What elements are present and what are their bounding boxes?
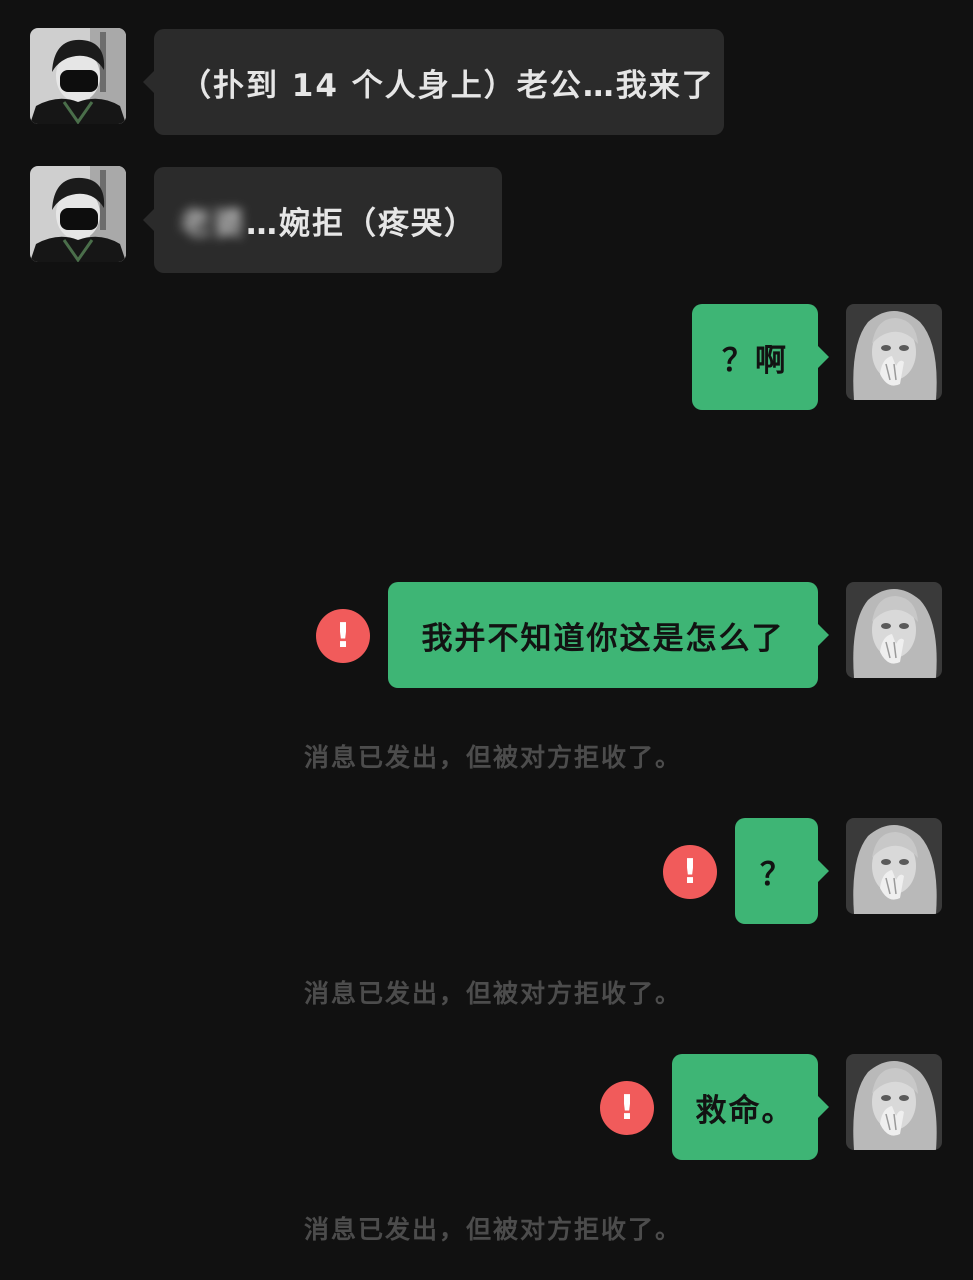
user-avatar[interactable] [846,818,942,914]
outgoing-message-bubble[interactable]: 我并不知道你这是怎么了 [388,582,829,688]
message-text: （扑到 14 个人身上）老公…我来了 [180,67,715,104]
incoming-message-bubble[interactable]: 老婆 …婉拒（疼哭） [143,167,502,273]
blonde-girl-avatar-icon [846,582,942,678]
contact-avatar[interactable] [30,28,126,124]
rejected-notice: 消息已发出，但被对方拒收了。 [304,1215,683,1244]
outgoing-message-bubble[interactable]: 救命。 [672,1054,829,1160]
message-text: 救命。 [695,1092,795,1129]
outgoing-message-bubble[interactable]: ？ [735,818,829,924]
blonde-girl-avatar-icon [846,304,942,400]
user-avatar[interactable] [846,582,942,678]
rejected-notice: 消息已发出，但被对方拒收了。 [304,743,683,772]
outgoing-message-bubble[interactable]: ？啊 [692,304,829,410]
message-text: ？ [760,856,793,893]
send-failed-icon[interactable]: ! [316,609,370,663]
message-text: …婉拒（疼哭） [246,205,477,242]
rejected-notice: 消息已发出，但被对方拒收了。 [304,979,683,1008]
send-failed-icon[interactable]: ! [600,1081,654,1135]
masked-boy-avatar-icon [30,166,126,262]
message-text: ？啊 [722,342,788,379]
masked-boy-avatar-icon [30,28,126,124]
obscured-text: 老婆 [180,205,246,242]
incoming-message-bubble[interactable]: （扑到 14 个人身上）老公…我来了 [143,29,724,135]
message-text: 我并不知道你这是怎么了 [421,620,785,657]
user-avatar[interactable] [846,304,942,400]
blonde-girl-avatar-icon [846,818,942,914]
blonde-girl-avatar-icon [846,1054,942,1150]
chat-screen[interactable]: （扑到 14 个人身上）老公…我来了 老婆 …婉拒（疼哭） ？啊 ! 我并不知道你… [0,0,973,1280]
user-avatar[interactable] [846,1054,942,1150]
contact-avatar[interactable] [30,166,126,262]
send-failed-icon[interactable]: ! [663,845,717,899]
